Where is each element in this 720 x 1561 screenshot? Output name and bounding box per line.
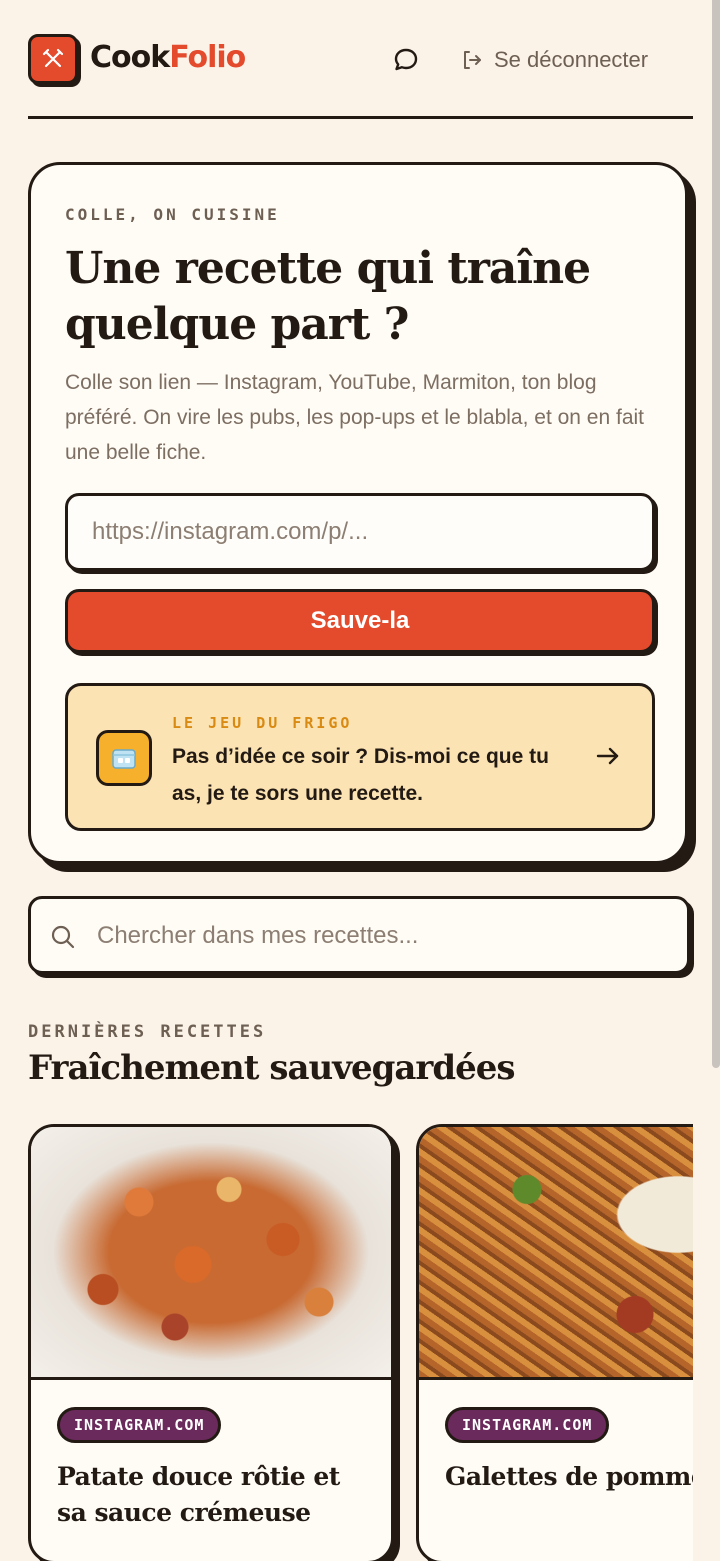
logout-button[interactable]: Se déconnecter: [460, 44, 648, 76]
fridge-game-text: Pas d’idée ce soir ? Dis-moi ce que tu a…: [172, 745, 549, 805]
hero-description: Colle son lien — Instagram, YouTube, Mar…: [65, 371, 645, 464]
recipe-title: Galettes de pommes de terre à la burrata: [445, 1462, 693, 1491]
recipe-search-bar: [28, 896, 690, 974]
recipe-card[interactable]: INSTAGRAM.COM Patate douce rôtie et sa s…: [28, 1124, 394, 1561]
search-icon: [51, 925, 75, 949]
recipe-image: [419, 1127, 693, 1380]
import-recipe-card: COLLE, ON CUISINE Une recette qui traîne…: [28, 162, 688, 864]
source-badge: INSTAGRAM.COM: [57, 1407, 222, 1443]
hero-title: Une recette qui traîne quelque part ?: [65, 243, 591, 350]
brand-folio: Folio: [169, 40, 246, 75]
fridge-game-eyebrow: LE JEU DU FRIGO: [172, 714, 353, 732]
fridge-game-card[interactable]: LE JEU DU FRIGO Pas d’idée ce soir ? Dis…: [65, 683, 655, 831]
logout-label: Se déconnecter: [494, 47, 649, 72]
chat-bubble-icon: [394, 48, 418, 71]
ice-cube-icon: [96, 730, 152, 786]
recipe-title: Patate douce rôtie et sa sauce crémeuse: [57, 1462, 340, 1527]
recent-title: Fraîchement sauvegardées: [28, 1048, 515, 1088]
brand-logo[interactable]: CookFolio: [90, 40, 246, 75]
app-header: CookFolio Se déconnecter: [28, 34, 693, 90]
chat-button[interactable]: [390, 44, 422, 76]
search-input[interactable]: [95, 899, 679, 973]
save-recipe-button[interactable]: Sauve-la: [65, 589, 655, 653]
recipe-card[interactable]: INSTAGRAM.COM Galettes de pommes de terr…: [416, 1124, 693, 1561]
brand-cook: Cook: [90, 40, 170, 75]
header-divider: [28, 116, 693, 119]
fork-knife-icon[interactable]: [28, 34, 78, 84]
recipe-url-input[interactable]: [65, 493, 655, 571]
arrow-right-icon: [596, 747, 619, 765]
source-badge: INSTAGRAM.COM: [445, 1407, 610, 1443]
recipe-image: [31, 1127, 391, 1380]
scrollbar[interactable]: [712, 0, 720, 1068]
recipe-carousel[interactable]: INSTAGRAM.COM Patate douce rôtie et sa s…: [28, 1124, 693, 1561]
hero-eyebrow: COLLE, ON CUISINE: [65, 205, 280, 224]
recent-eyebrow: DERNIÈRES RECETTES: [28, 1022, 267, 1042]
logout-icon: [464, 51, 481, 69]
